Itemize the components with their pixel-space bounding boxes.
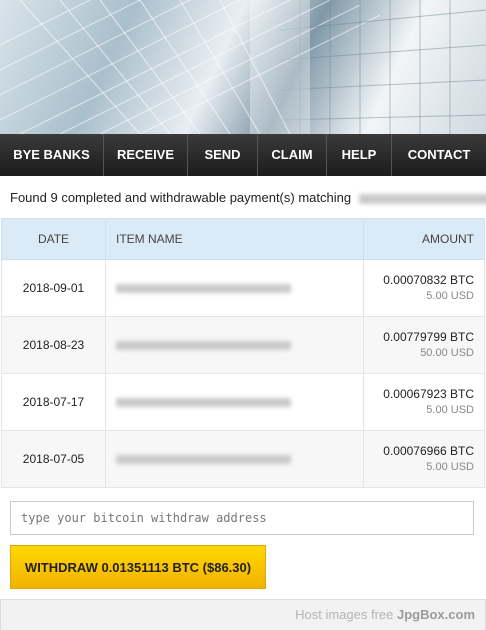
column-header-date: DATE — [1, 218, 106, 260]
table-row: 2018-07-05 0.00076966 BTC 5.00 USD — [1, 430, 485, 488]
table-header-row: DATE ITEM NAME AMOUNT — [1, 218, 485, 260]
redacted-item-text — [116, 341, 291, 351]
footer-bar: Host images free JpgBox.com — [0, 600, 486, 630]
nav-send[interactable]: SEND — [188, 134, 258, 176]
amount-usd: 5.00 USD — [426, 404, 474, 416]
nav-contact[interactable]: CONTACT — [392, 134, 486, 176]
table-row: 2018-09-01 0.00070832 BTC 5.00 USD — [1, 259, 485, 317]
redacted-item-text — [116, 284, 291, 294]
row-item-name-redacted — [105, 259, 364, 317]
nav-receive[interactable]: RECEIVE — [104, 134, 188, 176]
redacted-email — [358, 193, 486, 204]
row-amount: 0.00067923 BTC 5.00 USD — [363, 373, 485, 431]
redacted-item-text — [116, 398, 291, 408]
amount-btc: 0.00779799 BTC — [383, 330, 474, 344]
row-date: 2018-08-23 — [1, 316, 106, 374]
summary-text: Found 9 completed and withdrawable payme… — [10, 190, 352, 205]
watermark-brand: JpgBox.com — [396, 607, 475, 622]
amount-btc: 0.00070832 BTC — [383, 273, 474, 287]
withdraw-button[interactable]: WITHDRAW 0.01351113 BTC ($86.30) — [10, 545, 266, 589]
amount-usd: 50.00 USD — [420, 347, 474, 359]
amount-usd: 5.00 USD — [426, 290, 474, 302]
glass-building-graphic — [0, 0, 486, 134]
main-nav: BYE BANKS RECEIVE SEND CLAIM HELP CONTAC… — [0, 134, 486, 176]
nav-bye-banks[interactable]: BYE BANKS — [0, 134, 104, 176]
hero-banner-image — [0, 0, 486, 134]
nav-claim[interactable]: CLAIM — [258, 134, 327, 176]
row-amount: 0.00070832 BTC 5.00 USD — [363, 259, 485, 317]
redacted-item-text — [116, 455, 291, 465]
row-amount: 0.00779799 BTC 50.00 USD — [363, 316, 485, 374]
row-date: 2018-07-17 — [1, 373, 106, 431]
watermark-prefix: Host images free — [295, 607, 397, 622]
row-date: 2018-07-05 — [1, 430, 106, 488]
row-amount: 0.00076966 BTC 5.00 USD — [363, 430, 485, 488]
row-date: 2018-09-01 — [1, 259, 106, 317]
row-item-name-redacted — [105, 430, 364, 488]
amount-btc: 0.00076966 BTC — [383, 444, 474, 458]
bitcoin-address-input[interactable] — [10, 501, 474, 535]
table-row: 2018-07-17 0.00067923 BTC 5.00 USD — [1, 373, 485, 431]
row-item-name-redacted — [105, 316, 364, 374]
nav-help[interactable]: HELP — [327, 134, 392, 176]
amount-btc: 0.00067923 BTC — [383, 387, 474, 401]
row-item-name-redacted — [105, 373, 364, 431]
column-header-amount: AMOUNT — [363, 218, 485, 260]
payments-summary: Found 9 completed and withdrawable payme… — [10, 190, 486, 205]
table-row: 2018-08-23 0.00779799 BTC 50.00 USD — [1, 316, 485, 374]
payments-table: DATE ITEM NAME AMOUNT 2018-09-01 0.00070… — [1, 218, 485, 488]
watermark: Host images free JpgBox.com — [295, 607, 475, 622]
column-header-item: ITEM NAME — [105, 218, 364, 260]
amount-usd: 5.00 USD — [426, 461, 474, 473]
